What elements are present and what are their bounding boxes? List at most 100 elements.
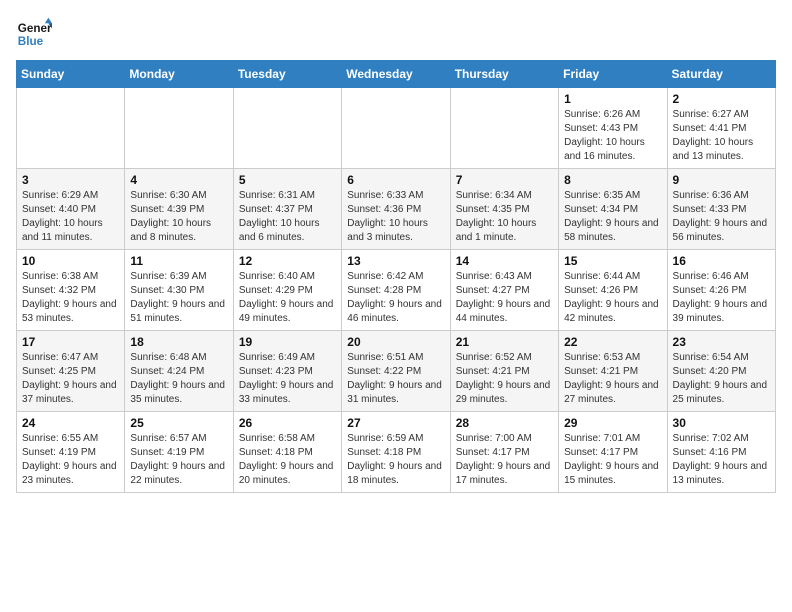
calendar-day-cell xyxy=(450,88,558,169)
day-info: Sunrise: 6:48 AM Sunset: 4:24 PM Dayligh… xyxy=(130,351,227,407)
day-number: 19 xyxy=(239,335,336,349)
day-info: Sunrise: 6:39 AM Sunset: 4:30 PM Dayligh… xyxy=(130,270,227,326)
page-header: General Blue xyxy=(16,16,776,52)
calendar-header-row: SundayMondayTuesdayWednesdayThursdayFrid… xyxy=(17,61,776,88)
day-info: Sunrise: 6:30 AM Sunset: 4:39 PM Dayligh… xyxy=(130,189,227,245)
day-number: 27 xyxy=(347,416,444,430)
svg-text:General: General xyxy=(18,22,52,35)
day-info: Sunrise: 6:40 AM Sunset: 4:29 PM Dayligh… xyxy=(239,270,336,326)
day-number: 28 xyxy=(456,416,553,430)
day-number: 15 xyxy=(564,254,661,268)
day-info: Sunrise: 6:59 AM Sunset: 4:18 PM Dayligh… xyxy=(347,432,444,488)
calendar-day-cell: 27 Sunrise: 6:59 AM Sunset: 4:18 PM Dayli… xyxy=(342,412,450,493)
calendar-day-cell: 3Sunrise: 6:29 AM Sunset: 4:40 PM Daylig… xyxy=(17,169,125,250)
calendar-week-row: 1Sunrise: 6:26 AM Sunset: 4:43 PM Daylig… xyxy=(17,88,776,169)
day-info: Sunrise: 6:33 AM Sunset: 4:36 PM Dayligh… xyxy=(347,189,444,245)
day-number: 14 xyxy=(456,254,553,268)
day-number: 4 xyxy=(130,173,227,187)
weekday-header: Friday xyxy=(559,61,667,88)
calendar-week-row: 3Sunrise: 6:29 AM Sunset: 4:40 PM Daylig… xyxy=(17,169,776,250)
day-number: 12 xyxy=(239,254,336,268)
calendar-day-cell xyxy=(342,88,450,169)
day-number: 17 xyxy=(22,335,119,349)
calendar-week-row: 17 Sunrise: 6:47 AM Sunset: 4:25 PM Dayli… xyxy=(17,331,776,412)
calendar-day-cell: 5 Sunrise: 6:31 AM Sunset: 4:37 PM Daylig… xyxy=(233,169,341,250)
day-info: Sunrise: 7:02 AM Sunset: 4:16 PM Dayligh… xyxy=(673,432,770,488)
day-info: Sunrise: 6:34 AM Sunset: 4:35 PM Dayligh… xyxy=(456,189,553,245)
calendar-day-cell: 13 Sunrise: 6:42 AM Sunset: 4:28 PM Dayli… xyxy=(342,250,450,331)
day-number: 8 xyxy=(564,173,661,187)
day-number: 2 xyxy=(673,92,770,106)
calendar-day-cell: 26 Sunrise: 6:58 AM Sunset: 4:18 PM Dayli… xyxy=(233,412,341,493)
calendar-day-cell: 16 Sunrise: 6:46 AM Sunset: 4:26 PM Dayli… xyxy=(667,250,775,331)
day-info: Sunrise: 6:53 AM Sunset: 4:21 PM Dayligh… xyxy=(564,351,661,407)
weekday-header: Thursday xyxy=(450,61,558,88)
day-number: 23 xyxy=(673,335,770,349)
day-number: 7 xyxy=(456,173,553,187)
day-number: 26 xyxy=(239,416,336,430)
day-number: 22 xyxy=(564,335,661,349)
day-number: 24 xyxy=(22,416,119,430)
day-number: 13 xyxy=(347,254,444,268)
weekday-header: Saturday xyxy=(667,61,775,88)
calendar-day-cell: 18 Sunrise: 6:48 AM Sunset: 4:24 PM Dayli… xyxy=(125,331,233,412)
calendar-week-row: 24 Sunrise: 6:55 AM Sunset: 4:19 PM Dayli… xyxy=(17,412,776,493)
calendar-day-cell: 9Sunrise: 6:36 AM Sunset: 4:33 PM Daylig… xyxy=(667,169,775,250)
day-info: Sunrise: 6:38 AM Sunset: 4:32 PM Dayligh… xyxy=(22,270,119,326)
calendar-day-cell: 25Sunrise: 6:57 AM Sunset: 4:19 PM Dayli… xyxy=(125,412,233,493)
day-number: 9 xyxy=(673,173,770,187)
calendar-day-cell xyxy=(17,88,125,169)
calendar-day-cell xyxy=(233,88,341,169)
calendar-day-cell: 28 Sunrise: 7:00 AM Sunset: 4:17 PM Dayli… xyxy=(450,412,558,493)
weekday-header: Monday xyxy=(125,61,233,88)
day-info: Sunrise: 6:51 AM Sunset: 4:22 PM Dayligh… xyxy=(347,351,444,407)
calendar-day-cell: 4 Sunrise: 6:30 AM Sunset: 4:39 PM Daylig… xyxy=(125,169,233,250)
calendar-day-cell: 22 Sunrise: 6:53 AM Sunset: 4:21 PM Dayli… xyxy=(559,331,667,412)
day-number: 11 xyxy=(130,254,227,268)
calendar-day-cell: 30Sunrise: 7:02 AM Sunset: 4:16 PM Dayli… xyxy=(667,412,775,493)
logo: General Blue xyxy=(16,16,52,52)
calendar-day-cell: 29Sunrise: 7:01 AM Sunset: 4:17 PM Dayli… xyxy=(559,412,667,493)
calendar-day-cell: 12 Sunrise: 6:40 AM Sunset: 4:29 PM Dayli… xyxy=(233,250,341,331)
day-info: Sunrise: 6:55 AM Sunset: 4:19 PM Dayligh… xyxy=(22,432,119,488)
calendar-day-cell xyxy=(125,88,233,169)
logo-icon: General Blue xyxy=(16,16,52,52)
weekday-header: Tuesday xyxy=(233,61,341,88)
day-number: 18 xyxy=(130,335,227,349)
calendar-day-cell: 17 Sunrise: 6:47 AM Sunset: 4:25 PM Dayli… xyxy=(17,331,125,412)
calendar-day-cell: 21 Sunrise: 6:52 AM Sunset: 4:21 PM Dayli… xyxy=(450,331,558,412)
calendar-day-cell: 6 Sunrise: 6:33 AM Sunset: 4:36 PM Daylig… xyxy=(342,169,450,250)
day-info: Sunrise: 6:52 AM Sunset: 4:21 PM Dayligh… xyxy=(456,351,553,407)
day-info: Sunrise: 6:57 AM Sunset: 4:19 PM Dayligh… xyxy=(130,432,227,488)
day-info: Sunrise: 6:44 AM Sunset: 4:26 PM Dayligh… xyxy=(564,270,661,326)
calendar-day-cell: 11 Sunrise: 6:39 AM Sunset: 4:30 PM Dayli… xyxy=(125,250,233,331)
day-number: 16 xyxy=(673,254,770,268)
day-info: Sunrise: 6:26 AM Sunset: 4:43 PM Dayligh… xyxy=(564,108,661,164)
day-info: Sunrise: 7:00 AM Sunset: 4:17 PM Dayligh… xyxy=(456,432,553,488)
calendar-day-cell: 24 Sunrise: 6:55 AM Sunset: 4:19 PM Dayli… xyxy=(17,412,125,493)
day-number: 3 xyxy=(22,173,119,187)
calendar-day-cell: 15 Sunrise: 6:44 AM Sunset: 4:26 PM Dayli… xyxy=(559,250,667,331)
day-number: 20 xyxy=(347,335,444,349)
day-info: Sunrise: 6:47 AM Sunset: 4:25 PM Dayligh… xyxy=(22,351,119,407)
calendar-table: SundayMondayTuesdayWednesdayThursdayFrid… xyxy=(16,60,776,493)
day-info: Sunrise: 6:42 AM Sunset: 4:28 PM Dayligh… xyxy=(347,270,444,326)
day-number: 21 xyxy=(456,335,553,349)
day-number: 5 xyxy=(239,173,336,187)
day-info: Sunrise: 6:49 AM Sunset: 4:23 PM Dayligh… xyxy=(239,351,336,407)
calendar-day-cell: 8Sunrise: 6:35 AM Sunset: 4:34 PM Daylig… xyxy=(559,169,667,250)
calendar-day-cell: 19 Sunrise: 6:49 AM Sunset: 4:23 PM Dayli… xyxy=(233,331,341,412)
calendar-day-cell: 23Sunrise: 6:54 AM Sunset: 4:20 PM Dayli… xyxy=(667,331,775,412)
day-number: 6 xyxy=(347,173,444,187)
day-number: 10 xyxy=(22,254,119,268)
day-info: Sunrise: 6:46 AM Sunset: 4:26 PM Dayligh… xyxy=(673,270,770,326)
day-info: Sunrise: 6:43 AM Sunset: 4:27 PM Dayligh… xyxy=(456,270,553,326)
weekday-header: Sunday xyxy=(17,61,125,88)
day-info: Sunrise: 6:27 AM Sunset: 4:41 PM Dayligh… xyxy=(673,108,770,164)
day-info: Sunrise: 6:31 AM Sunset: 4:37 PM Dayligh… xyxy=(239,189,336,245)
calendar-day-cell: 20 Sunrise: 6:51 AM Sunset: 4:22 PM Dayli… xyxy=(342,331,450,412)
day-info: Sunrise: 6:58 AM Sunset: 4:18 PM Dayligh… xyxy=(239,432,336,488)
day-number: 29 xyxy=(564,416,661,430)
calendar-day-cell: 14 Sunrise: 6:43 AM Sunset: 4:27 PM Dayli… xyxy=(450,250,558,331)
weekday-header: Wednesday xyxy=(342,61,450,88)
